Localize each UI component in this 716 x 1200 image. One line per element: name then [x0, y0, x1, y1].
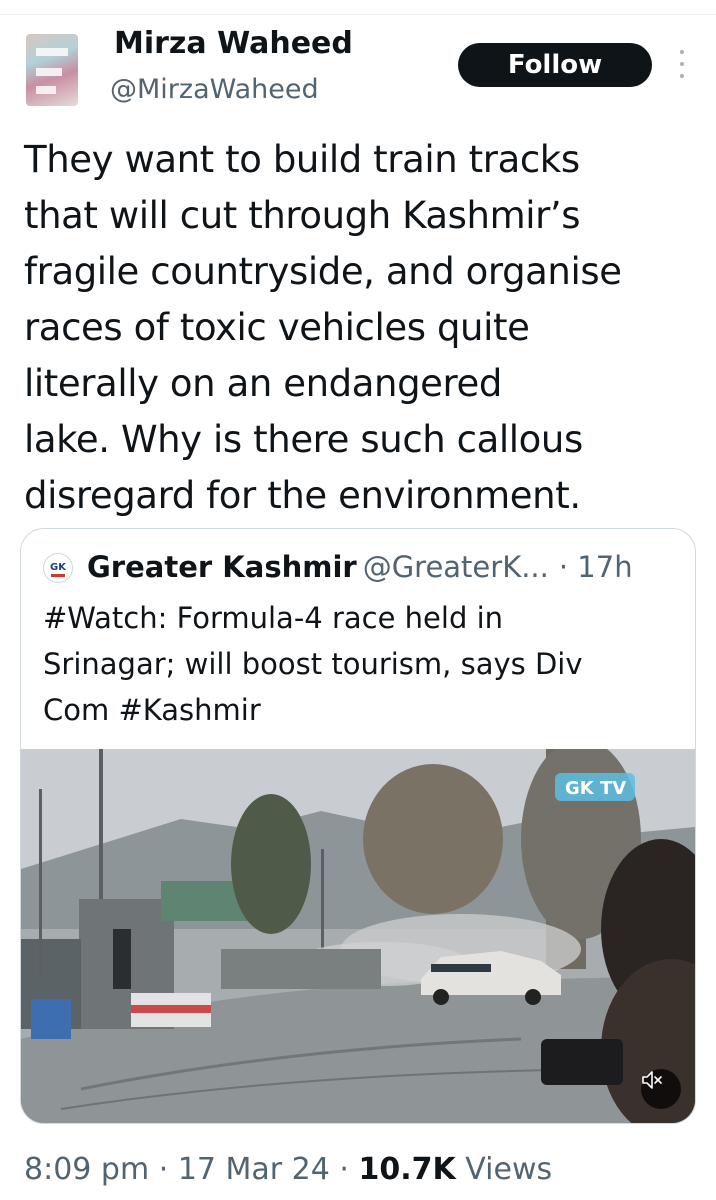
avatar-decoration — [36, 48, 68, 56]
views-label: Views — [465, 1152, 553, 1187]
video-frame: GK TV — [21, 749, 695, 1123]
quoted-author-name[interactable]: Greater Kashmir — [87, 550, 357, 584]
quoted-header: Greater Kashmir @GreaterK... · 17h — [87, 547, 633, 587]
more-options-icon[interactable] — [672, 46, 692, 82]
tweet-date[interactable]: 17 Mar 24 — [178, 1152, 330, 1187]
meta-separator: · — [158, 1152, 169, 1187]
views-count: 10.7K — [358, 1152, 456, 1187]
avatar-decoration — [36, 68, 62, 76]
video-player[interactable]: GK TV — [21, 749, 695, 1123]
follow-button[interactable]: Follow — [458, 43, 652, 87]
tweet-text-line: fragile countryside, and organise — [24, 250, 622, 293]
tweet-meta: 8:09 pm · 17 Mar 24 · 10.7K Views — [24, 1148, 552, 1192]
avatar-decoration — [36, 86, 56, 94]
quoted-tweet-card[interactable]: GK Greater Kashmir @GreaterK... · 17h #Wat… — [20, 528, 696, 1124]
quoted-avatar-accent — [51, 574, 65, 577]
tweet-time[interactable]: 8:09 pm — [24, 1152, 149, 1187]
tweet-text-line: literally on an endangered — [24, 362, 502, 405]
author-avatar[interactable] — [26, 34, 78, 106]
quoted-author-avatar[interactable]: GK — [43, 553, 73, 583]
quoted-text-line: #Watch: Formula-4 race held in — [43, 601, 504, 635]
top-divider — [0, 14, 716, 15]
quoted-text-line: Srinagar; will boost tourism, says Div — [43, 647, 583, 681]
tweet-text-line: that will cut through Kashmir’s — [24, 194, 581, 237]
meta-separator: · — [339, 1152, 349, 1187]
video-watermark: GK TV — [565, 778, 626, 799]
tweet-text-line: lake. Why is there such callous — [24, 418, 583, 461]
quoted-author-handle[interactable]: @GreaterK... — [363, 550, 549, 584]
tweet-text-line: disregard for the environment. — [24, 474, 581, 517]
author-handle[interactable]: @MirzaWaheed — [110, 72, 319, 108]
quoted-text-line: Com #Kashmir — [43, 693, 261, 727]
quoted-avatar-logo: GK — [50, 562, 66, 573]
tweet-text: They want to build train tracks that wil… — [24, 132, 704, 524]
muted-speaker-icon[interactable] — [641, 1069, 681, 1109]
author-name[interactable]: Mirza Waheed — [114, 24, 353, 64]
quoted-timestamp[interactable]: · 17h — [559, 550, 633, 584]
quoted-text: #Watch: Formula-4 race held in Srinagar;… — [43, 595, 683, 733]
tweet-text-line: They want to build train tracks — [24, 138, 580, 181]
tweet-text-line: races of toxic vehicles quite — [24, 306, 530, 349]
